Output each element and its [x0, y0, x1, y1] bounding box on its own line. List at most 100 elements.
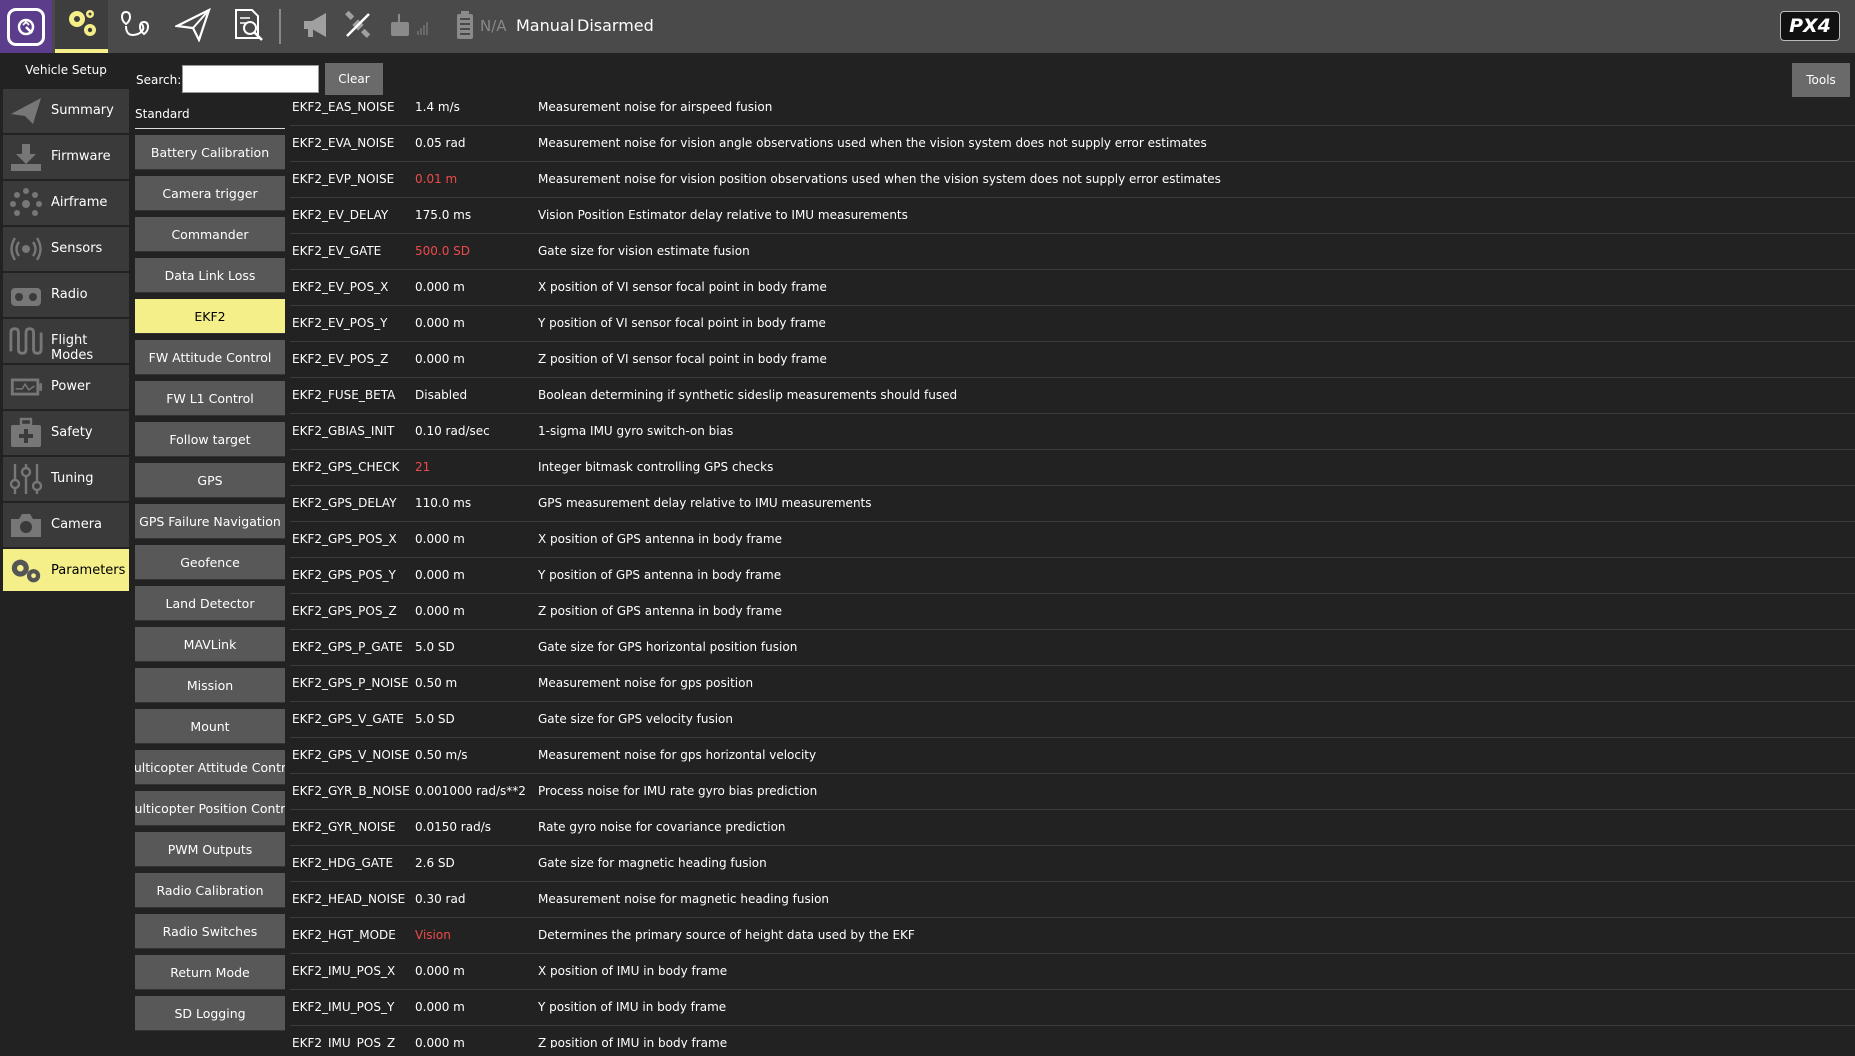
setup-item-radio[interactable]: Radio [3, 273, 129, 317]
group-button[interactable]: Geofence [135, 545, 285, 580]
parameter-row[interactable]: EKF2_GPS_V_NOISE 0.50 m/s Measurement nois… [290, 738, 1855, 774]
parameter-value[interactable]: 0.01 m [415, 172, 457, 186]
group-button[interactable]: Battery Calibration [135, 135, 285, 170]
group-button[interactable]: GPS [135, 463, 285, 498]
parameter-row[interactable]: EKF2_HEAD_NOISE 0.30 rad Measurement noise… [290, 882, 1855, 918]
rc-rssi-indicator[interactable] [386, 0, 436, 53]
setup-item-firmware[interactable]: Firmware [3, 135, 129, 179]
parameter-value[interactable]: 0.0150 rad/s [415, 820, 491, 834]
parameter-row[interactable]: EKF2_IMU_POS_Y 0.000 m Y position of IMU i… [290, 990, 1855, 1026]
parameter-value[interactable]: Vision [415, 928, 451, 942]
group-button[interactable]: MAVLink [135, 627, 285, 662]
group-button[interactable]: Return Mode [135, 955, 285, 990]
parameter-value[interactable]: 0.000 m [415, 964, 465, 978]
parameter-value[interactable]: 0.000 m [415, 316, 465, 330]
parameter-value[interactable]: 0.30 rad [415, 892, 465, 906]
setup-item-flight-modes[interactable]: Flight Modes [3, 319, 129, 363]
parameter-row[interactable]: EKF2_GBIAS_INIT 0.10 rad/sec 1-sigma IMU g… [290, 414, 1855, 450]
parameter-value[interactable]: 0.50 m/s [415, 748, 468, 762]
group-button[interactable]: Multicopter Attitude Control [135, 750, 285, 785]
parameter-row[interactable]: EKF2_GYR_NOISE 0.0150 rad/s Rate gyro nois… [290, 810, 1855, 846]
parameter-value[interactable]: 0.05 rad [415, 136, 465, 150]
parameter-row[interactable]: EKF2_EVP_NOISE 0.01 m Measurement noise fo… [290, 162, 1855, 198]
group-button[interactable]: Radio Switches [135, 914, 285, 949]
group-button[interactable]: Land Detector [135, 586, 285, 621]
parameter-row[interactable]: EKF2_GPS_DELAY 110.0 ms GPS measurement de… [290, 486, 1855, 522]
parameter-value[interactable]: 2.6 SD [415, 856, 455, 870]
parameter-row[interactable]: EKF2_GYR_B_NOISE 0.001000 rad/s**2 Process… [290, 774, 1855, 810]
parameter-row[interactable]: EKF2_GPS_CHECK 21 Integer bitmask controll… [290, 450, 1855, 486]
parameter-value[interactable]: 0.10 rad/sec [415, 424, 490, 438]
parameter-row[interactable]: EKF2_EV_POS_X 0.000 m X position of VI sen… [290, 270, 1855, 306]
group-button[interactable]: Mission [135, 668, 285, 703]
parameter-row[interactable]: EKF2_GPS_P_NOISE 0.50 m Measurement noise … [290, 666, 1855, 702]
vehicle-setup-button[interactable] [55, 0, 108, 53]
search-input[interactable] [182, 65, 319, 93]
parameter-value[interactable]: 5.0 SD [415, 712, 455, 726]
flight-mode-selector[interactable]: Manual [516, 16, 574, 35]
group-button[interactable]: Radio Calibration [135, 873, 285, 908]
group-button[interactable]: SD Logging [135, 996, 285, 1031]
parameter-value[interactable]: Disabled [415, 388, 467, 402]
parameter-value[interactable]: 110.0 ms [415, 496, 471, 510]
parameter-row[interactable]: EKF2_IMU_POS_Z 0.000 m Z position of IMU i… [290, 1026, 1855, 1048]
parameter-row[interactable]: EKF2_FUSE_BETA Disabled Boolean determinin… [290, 378, 1855, 414]
setup-item-summary[interactable]: Summary [3, 89, 129, 133]
parameter-row[interactable]: EKF2_IMU_POS_X 0.000 m X position of IMU i… [290, 954, 1855, 990]
group-button[interactable]: FW L1 Control [135, 381, 285, 416]
group-button[interactable]: EKF2 [135, 299, 285, 334]
parameter-table[interactable]: EKF2_EAS_NOISE 1.4 m/s Measurement noise f… [290, 90, 1855, 1048]
parameter-value[interactable]: 21 [415, 460, 430, 474]
setup-item-tuning[interactable]: Tuning [3, 457, 129, 501]
parameter-row[interactable]: EKF2_HDG_GATE 2.6 SD Gate size for magneti… [290, 846, 1855, 882]
parameter-row[interactable]: EKF2_EV_DELAY 175.0 ms Vision Position Est… [290, 198, 1855, 234]
parameter-row[interactable]: EKF2_EV_GATE 500.0 SD Gate size for vision… [290, 234, 1855, 270]
parameter-value[interactable]: 500.0 SD [415, 244, 470, 258]
setup-item-sensors[interactable]: Sensors [3, 227, 129, 271]
parameter-row[interactable]: EKF2_HGT_MODE Vision Determines the primar… [290, 918, 1855, 954]
setup-item-camera[interactable]: Camera [3, 503, 129, 547]
parameter-value[interactable]: 0.000 m [415, 280, 465, 294]
parameter-row[interactable]: EKF2_GPS_POS_Z 0.000 m Z position of GPS a… [290, 594, 1855, 630]
setup-item-power[interactable]: Power [3, 365, 129, 409]
group-button[interactable]: Multicopter Position Control [135, 791, 285, 826]
parameter-value[interactable]: 0.000 m [415, 568, 465, 582]
group-button[interactable]: FW Attitude Control [135, 340, 285, 375]
group-button[interactable]: Mount [135, 709, 285, 744]
parameter-value[interactable]: 0.000 m [415, 1036, 465, 1048]
group-button[interactable]: Follow target [135, 422, 285, 457]
parameter-group-list[interactable]: Standard Battery Calibration Camera trigg… [135, 100, 287, 1048]
parameter-value[interactable]: 1.4 m/s [415, 100, 460, 114]
battery-indicator[interactable] [452, 0, 478, 53]
fly-view-button[interactable] [168, 0, 218, 53]
group-button[interactable]: Data Link Loss [135, 258, 285, 293]
parameter-value[interactable]: 5.0 SD [415, 640, 455, 654]
messages-indicator[interactable] [298, 0, 338, 53]
armed-status[interactable]: Disarmed [577, 16, 654, 35]
qgc-logo-button[interactable] [0, 0, 52, 53]
parameter-value[interactable]: 0.50 m [415, 676, 457, 690]
parameter-row[interactable]: EKF2_EV_POS_Z 0.000 m Z position of VI sen… [290, 342, 1855, 378]
group-button[interactable]: GPS Failure Navigation [135, 504, 285, 539]
plan-view-button[interactable] [112, 0, 162, 53]
setup-item-airframe[interactable]: Airframe [3, 181, 129, 225]
analyze-view-button[interactable] [224, 0, 274, 53]
setup-item-parameters[interactable]: Parameters [3, 549, 129, 591]
parameter-row[interactable]: EKF2_EV_POS_Y 0.000 m Y position of VI sen… [290, 306, 1855, 342]
parameter-row[interactable]: EKF2_GPS_POS_X 0.000 m X position of GPS a… [290, 522, 1855, 558]
parameter-value[interactable]: 0.000 m [415, 1000, 465, 1014]
parameter-value[interactable]: 0.000 m [415, 604, 465, 618]
parameter-value[interactable]: 0.000 m [415, 352, 465, 366]
setup-item-safety[interactable]: Safety [3, 411, 129, 455]
parameter-row[interactable]: EKF2_GPS_V_GATE 5.0 SD Gate size for GPS v… [290, 702, 1855, 738]
group-button[interactable]: Camera trigger [135, 176, 285, 211]
parameter-row[interactable]: EKF2_GPS_POS_Y 0.000 m Y position of GPS a… [290, 558, 1855, 594]
gps-indicator[interactable] [340, 0, 376, 53]
group-button[interactable]: Commander [135, 217, 285, 252]
parameter-value[interactable]: 0.000 m [415, 532, 465, 546]
group-button[interactable]: PWM Outputs [135, 832, 285, 867]
parameter-row[interactable]: EKF2_EAS_NOISE 1.4 m/s Measurement noise f… [290, 90, 1855, 126]
parameter-value[interactable]: 175.0 ms [415, 208, 471, 222]
parameter-row[interactable]: EKF2_GPS_P_GATE 5.0 SD Gate size for GPS h… [290, 630, 1855, 666]
parameter-row[interactable]: EKF2_EVA_NOISE 0.05 rad Measurement noise … [290, 126, 1855, 162]
